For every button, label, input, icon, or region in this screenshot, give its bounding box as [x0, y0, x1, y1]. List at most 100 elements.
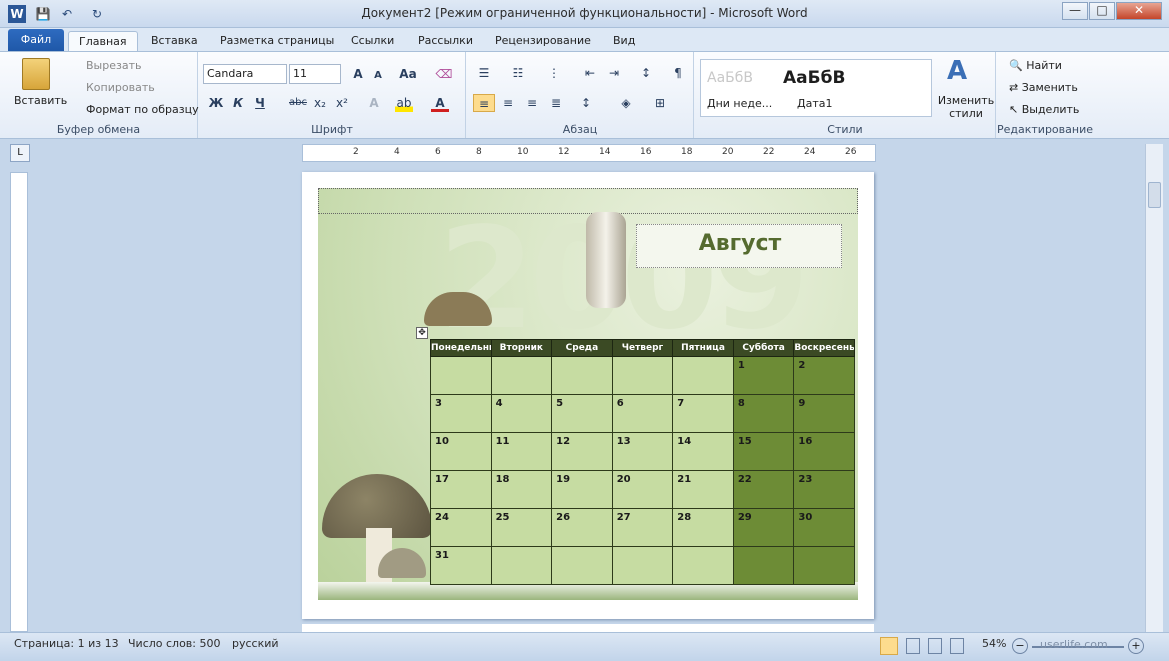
tab-insert[interactable]: Вставка: [141, 31, 208, 52]
font-color-icon[interactable]: A: [431, 94, 449, 112]
superscript-button[interactable]: x²: [333, 94, 351, 112]
subscript-button[interactable]: x₂: [311, 94, 329, 112]
increase-indent-icon[interactable]: ⇥: [605, 64, 623, 82]
day-cell[interactable]: 16: [793, 432, 855, 471]
italic-button[interactable]: К: [229, 94, 247, 112]
print-layout-icon[interactable]: [880, 637, 898, 655]
tab-references[interactable]: Ссылки: [341, 31, 404, 52]
paste-icon[interactable]: [22, 58, 50, 90]
sort-icon[interactable]: ↕: [637, 64, 655, 82]
day-cell[interactable]: 3: [430, 394, 492, 433]
day-cell[interactable]: 8: [732, 394, 795, 433]
header-frame[interactable]: [318, 188, 858, 214]
day-cell[interactable]: 11: [490, 432, 553, 471]
day-cell[interactable]: 17: [430, 470, 492, 509]
day-cell[interactable]: 13: [611, 432, 674, 471]
day-cell[interactable]: 9: [793, 394, 855, 433]
day-cell[interactable]: 21: [672, 470, 734, 509]
tab-review[interactable]: Рецензирование: [485, 31, 601, 52]
zoom-level[interactable]: 54%: [982, 637, 1006, 650]
cut-button[interactable]: Вырезать: [86, 59, 141, 72]
change-case-button[interactable]: Aa: [399, 65, 417, 83]
align-center-icon[interactable]: ≡: [499, 94, 517, 112]
day-cell[interactable]: [490, 546, 553, 585]
page-count[interactable]: Страница: 1 из 13: [14, 637, 119, 650]
word-count[interactable]: Число слов: 500: [128, 637, 221, 650]
table-move-handle[interactable]: ✥: [416, 327, 428, 339]
style-preview-date[interactable]: АаБбВ: [783, 68, 845, 88]
day-cell[interactable]: 22: [732, 470, 795, 509]
language[interactable]: русский: [232, 637, 279, 650]
day-cell[interactable]: 26: [551, 508, 613, 547]
maximize-button[interactable]: □: [1089, 2, 1115, 20]
calendar-table[interactable]: ПонедельникВторникСредаЧетвергПятницаСуб…: [430, 339, 855, 585]
day-cell[interactable]: 14: [672, 432, 734, 471]
day-cell[interactable]: [490, 356, 553, 395]
change-styles-icon[interactable]: A: [947, 56, 967, 86]
style-preview-days[interactable]: АаБбВ: [707, 70, 753, 86]
change-styles-button[interactable]: Изменить стили: [937, 94, 995, 120]
numbering-icon[interactable]: ☷: [509, 64, 527, 82]
day-cell[interactable]: 1: [732, 356, 795, 395]
day-cell[interactable]: 25: [490, 508, 553, 547]
font-size-select[interactable]: 11: [289, 64, 341, 84]
shading-icon[interactable]: ◈: [617, 94, 635, 112]
day-cell[interactable]: [551, 546, 613, 585]
zoom-out-icon[interactable]: −: [1012, 638, 1028, 654]
read-mode-icon[interactable]: [906, 638, 920, 654]
minimize-button[interactable]: —: [1062, 2, 1088, 20]
day-cell[interactable]: [551, 356, 613, 395]
day-cell[interactable]: 4: [490, 394, 553, 433]
day-cell[interactable]: 31: [430, 546, 492, 585]
font-name-select[interactable]: Candara: [203, 64, 287, 84]
tab-home[interactable]: Главная: [68, 31, 138, 52]
show-marks-icon[interactable]: ¶: [669, 64, 687, 82]
strikethrough-button[interactable]: abc: [285, 94, 311, 112]
paste-button[interactable]: Вставить: [14, 94, 67, 107]
day-cell[interactable]: 23: [793, 470, 855, 509]
justify-icon[interactable]: ≣: [547, 94, 565, 112]
shrink-font-icon[interactable]: A: [369, 67, 387, 85]
multilevel-list-icon[interactable]: ⋮: [545, 64, 563, 82]
close-button[interactable]: ✕: [1116, 2, 1162, 20]
day-cell[interactable]: [672, 356, 734, 395]
day-cell[interactable]: [430, 356, 492, 395]
align-left-icon[interactable]: ≡: [473, 94, 495, 112]
day-cell[interactable]: 15: [732, 432, 795, 471]
highlight-icon[interactable]: ab: [395, 94, 413, 112]
vertical-scrollbar[interactable]: [1145, 144, 1163, 632]
day-cell[interactable]: 24: [430, 508, 492, 547]
day-cell[interactable]: 2: [793, 356, 855, 395]
scroll-thumb[interactable]: [1148, 182, 1161, 208]
vertical-ruler[interactable]: [10, 172, 28, 632]
tab-page-layout[interactable]: Разметка страницы: [210, 31, 344, 52]
day-cell[interactable]: [793, 546, 855, 585]
zoom-in-icon[interactable]: +: [1128, 638, 1144, 654]
select-button[interactable]: ↖ Выделить: [1009, 103, 1079, 116]
day-cell[interactable]: [732, 546, 795, 585]
day-cell[interactable]: 5: [551, 394, 613, 433]
tab-view[interactable]: Вид: [603, 31, 645, 52]
replace-button[interactable]: ⇄ Заменить: [1009, 81, 1078, 94]
day-cell[interactable]: 28: [672, 508, 734, 547]
day-cell[interactable]: [611, 546, 674, 585]
web-layout-icon[interactable]: [928, 638, 942, 654]
horizontal-ruler[interactable]: 2 4 6 8 10 12 14 16 18 20 22 24 26: [302, 144, 876, 162]
tab-selector[interactable]: L: [10, 144, 30, 162]
month-frame[interactable]: Август: [636, 224, 842, 268]
day-cell[interactable]: [611, 356, 674, 395]
day-cell[interactable]: 30: [793, 508, 855, 547]
outline-icon[interactable]: [950, 638, 964, 654]
day-cell[interactable]: 18: [490, 470, 553, 509]
bold-button[interactable]: Ж: [207, 94, 225, 112]
style-label-date[interactable]: Дата1: [797, 97, 832, 110]
day-cell[interactable]: 7: [672, 394, 734, 433]
bullets-icon[interactable]: ☰: [475, 64, 493, 82]
style-label-days[interactable]: Дни неде...: [707, 97, 772, 110]
tab-file[interactable]: Файл: [8, 29, 64, 51]
day-cell[interactable]: 10: [430, 432, 492, 471]
tab-mailings[interactable]: Рассылки: [408, 31, 483, 52]
find-button[interactable]: 🔍 Найти: [1009, 59, 1062, 72]
day-cell[interactable]: 6: [611, 394, 674, 433]
grow-font-icon[interactable]: A: [349, 65, 367, 83]
